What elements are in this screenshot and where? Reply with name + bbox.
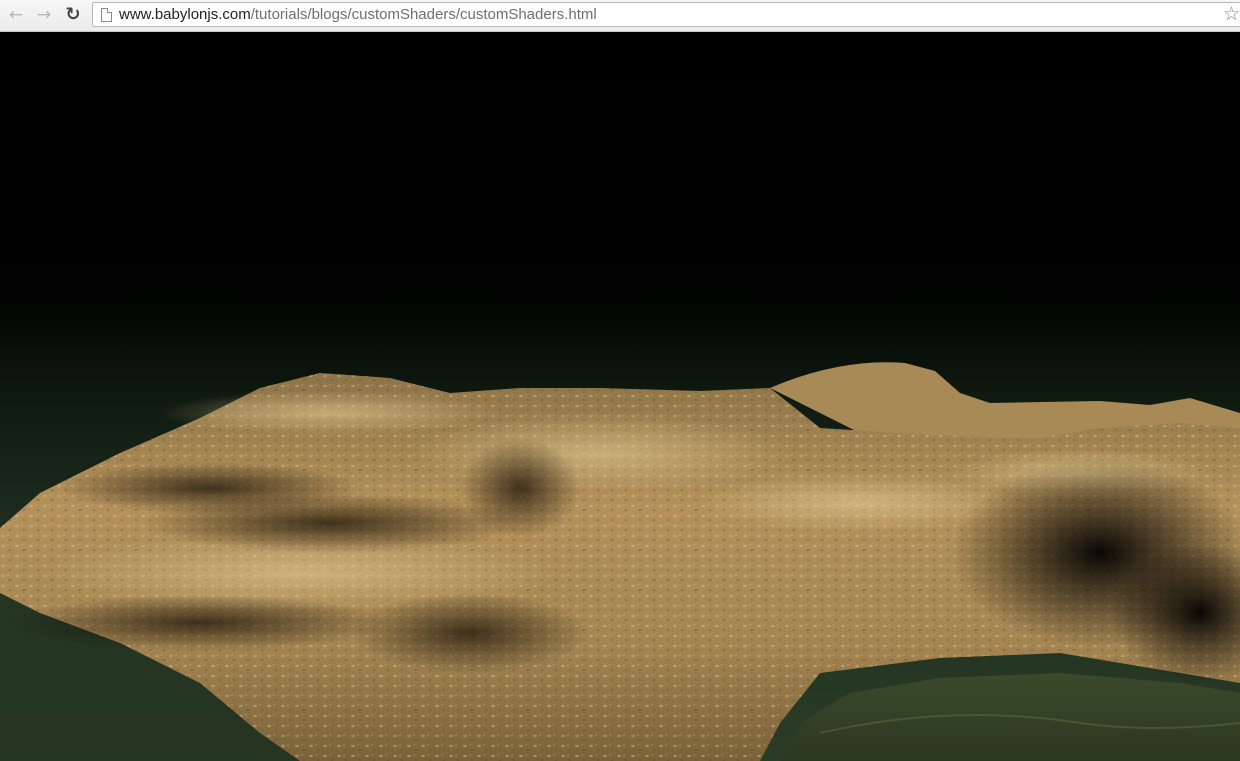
address-bar[interactable]: www.babylonjs.com/tutorials/blogs/custom… <box>92 2 1240 27</box>
page-icon <box>101 8 112 22</box>
url-path: /tutorials/blogs/customShaders/customSha… <box>250 6 597 23</box>
url-text[interactable]: www.babylonjs.com/tutorials/blogs/custom… <box>119 6 597 23</box>
reload-icon[interactable]: ↻ <box>62 4 84 26</box>
forward-arrow-icon[interactable]: → <box>33 4 55 26</box>
star-icon[interactable]: ☆ <box>1223 3 1240 25</box>
back-arrow-icon[interactable]: ← <box>5 4 27 26</box>
browser-toolbar: ← → ↻ www.babylonjs.com/tutorials/blogs/… <box>0 0 1240 32</box>
webgl-canvas[interactable] <box>0 33 1240 761</box>
terrain-scene <box>0 33 1240 761</box>
url-domain: www.babylonjs.com <box>119 6 251 23</box>
